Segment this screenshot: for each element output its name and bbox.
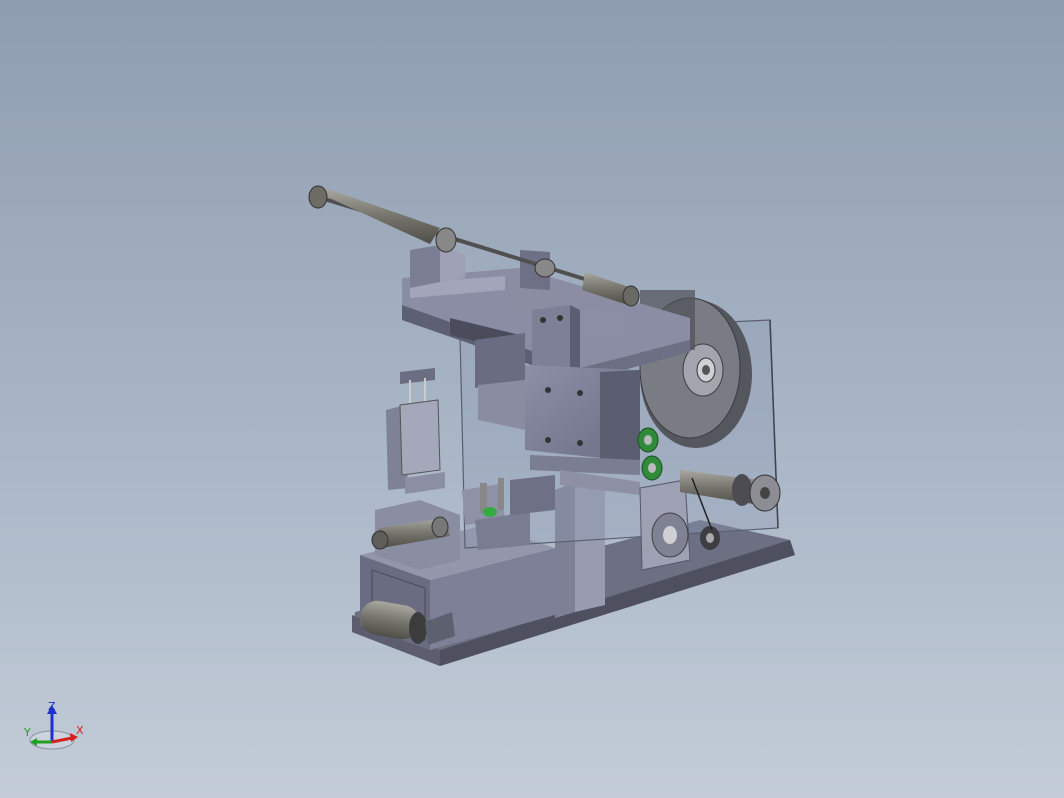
left-cylinder xyxy=(386,368,445,494)
orientation-triad: Z X Y xyxy=(23,700,84,750)
model-viewport[interactable] xyxy=(0,0,1064,798)
z-axis-label: Z xyxy=(48,700,56,713)
y-axis-label: Y xyxy=(23,726,31,739)
x-axis-label: X xyxy=(76,724,84,737)
machine-assembly[interactable] xyxy=(308,185,795,666)
